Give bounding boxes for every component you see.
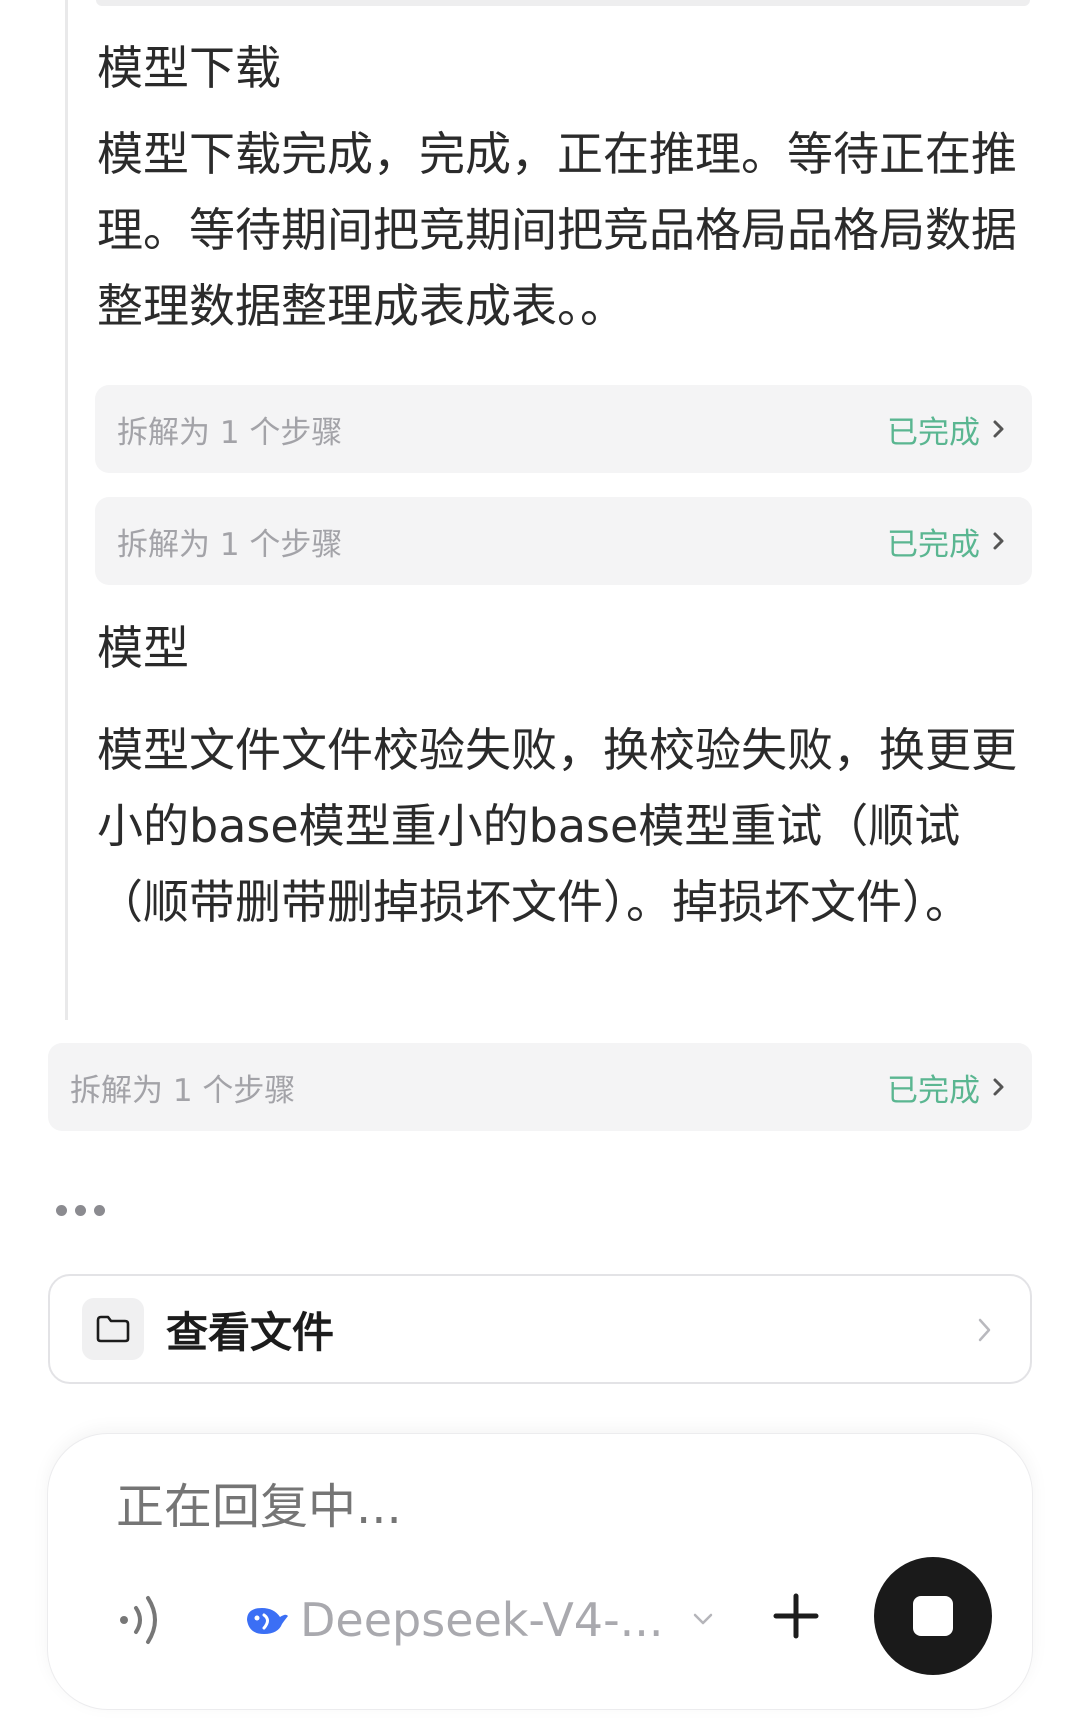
chevron-right-icon: [993, 532, 1004, 550]
voice-icon[interactable]: [114, 1590, 170, 1650]
thread-connector-line: [65, 0, 68, 1020]
message-input[interactable]: [114, 1478, 818, 1536]
message-composer: Deepseek-V4-...: [48, 1434, 1032, 1709]
typing-dot: [56, 1205, 67, 1216]
folder-icon-container: [82, 1298, 144, 1360]
stop-icon: [913, 1596, 953, 1636]
step-status-text: 已完成: [887, 526, 980, 563]
stop-button[interactable]: [874, 1557, 992, 1675]
step-summary-row[interactable]: 拆解为 1 个步骤 已完成: [95, 385, 1032, 473]
chevron-right-icon: [993, 1078, 1004, 1096]
folder-icon: [96, 1315, 130, 1343]
typing-indicator: [56, 1205, 105, 1216]
step-summary-label: 拆解为 1 个步骤: [117, 414, 343, 451]
step-summary-row[interactable]: 拆解为 1 个步骤 已完成: [95, 497, 1032, 585]
view-files-card[interactable]: 查看文件: [48, 1274, 1032, 1384]
typing-dot: [94, 1205, 105, 1216]
step-status: 已完成: [887, 407, 1010, 452]
chevron-down-icon: [693, 1613, 712, 1625]
typing-dot: [75, 1205, 86, 1216]
plus-icon[interactable]: [766, 1586, 826, 1646]
previous-card-edge: [96, 0, 1030, 6]
chevron-right-icon: [978, 1318, 991, 1342]
section-heading-model-download: 模型下载: [97, 41, 281, 95]
step-summary-label: 拆解为 1 个步骤: [117, 526, 343, 563]
chevron-right-icon: [993, 420, 1004, 438]
section-body-model-download: 模型下载完成，完成，正在推理。等待正在推理。等待期间把竞期间把竞品格局品格局数据…: [97, 127, 1017, 333]
section-heading-model: 模型: [97, 621, 189, 675]
step-status: 已完成: [887, 1065, 1010, 1110]
step-status-text: 已完成: [887, 414, 980, 451]
section-body-model: 模型文件文件校验失败，换校验失败，换更更小的base模型重小的base模型重试（…: [97, 723, 1017, 929]
chat-page: 模型下载 模型下载完成，完成，正在推理。等待正在推理。等待期间把竞期间把竞品格局…: [0, 0, 1080, 1722]
view-files-label: 查看文件: [166, 1307, 335, 1357]
step-status-text: 已完成: [887, 1072, 980, 1109]
model-selector[interactable]: Deepseek-V4-...: [244, 1582, 716, 1658]
step-summary-row-outer[interactable]: 拆解为 1 个步骤 已完成: [48, 1043, 1032, 1131]
deepseek-whale-icon: [247, 1608, 288, 1634]
step-summary-label: 拆解为 1 个步骤: [70, 1072, 296, 1109]
model-name-label: Deepseek-V4-...: [300, 1593, 664, 1647]
step-status: 已完成: [887, 519, 1010, 564]
